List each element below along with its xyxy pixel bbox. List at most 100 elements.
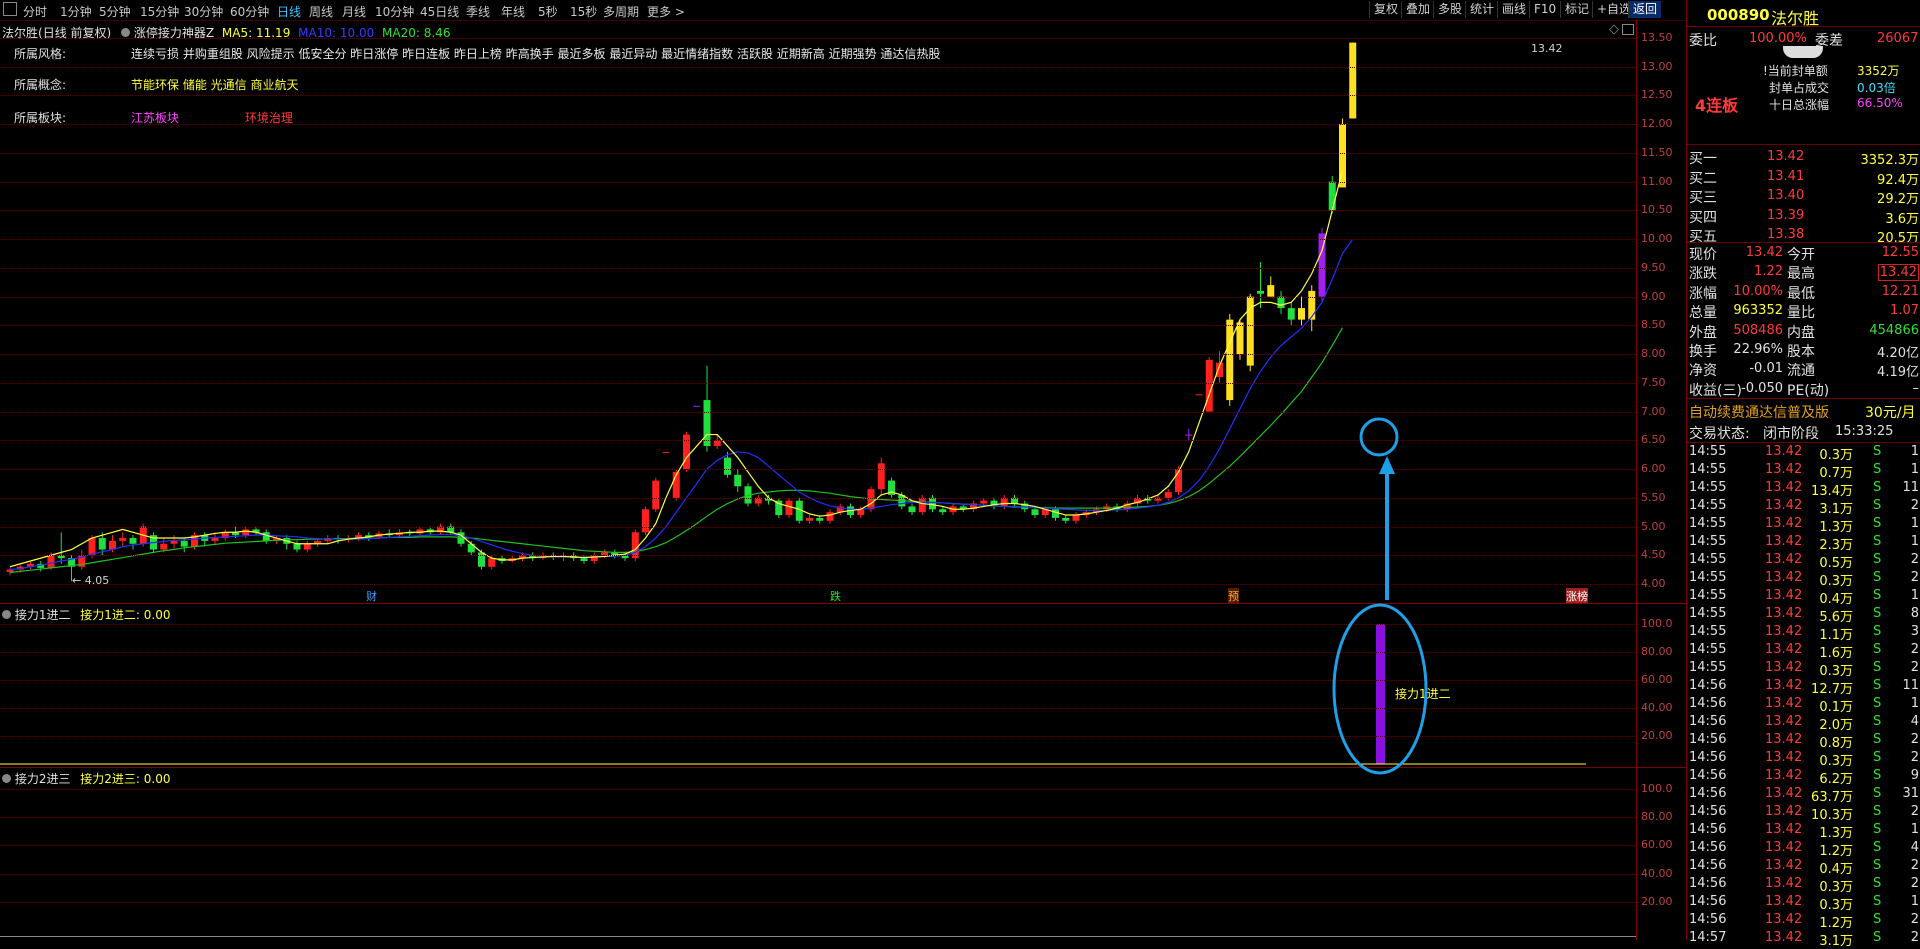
candle-body	[939, 509, 947, 513]
candlestick-chart[interactable]	[0, 20, 1686, 625]
price-tick: 5.50	[1641, 490, 1666, 504]
tick-price: 13.42	[1765, 624, 1803, 639]
tick-side: S	[1873, 516, 1882, 531]
tenday-value: 66.50%	[1857, 96, 1903, 110]
candle-body	[724, 457, 731, 475]
panel2-title[interactable]: 接力2进三	[15, 772, 71, 786]
tick-count: 1	[1910, 462, 1919, 477]
toolbar-button-3[interactable]: 统计	[1465, 1, 1498, 18]
candle-body	[734, 474, 742, 487]
stat-value: 13.42	[1877, 264, 1919, 282]
tick-time: 14:56	[1689, 840, 1727, 855]
bid-label: 买一	[1689, 151, 1717, 167]
candle-body	[1257, 290, 1264, 294]
toolbar-button-4[interactable]: 画线	[1497, 1, 1530, 18]
tick-volume: 0.3万	[1819, 448, 1853, 463]
price-gridline	[0, 124, 1635, 126]
panel1-gridline	[0, 736, 1635, 737]
tab-16[interactable]: 更多 >	[647, 3, 685, 20]
stat-label: 外盘	[1689, 324, 1717, 341]
tab-5[interactable]: 60分钟	[230, 3, 269, 20]
tab-12[interactable]: 年线	[501, 3, 525, 20]
tab-3[interactable]: 15分钟	[140, 3, 179, 20]
low-price-label: ← 4.05	[72, 574, 110, 587]
tab-11[interactable]: 季线	[466, 3, 490, 20]
tab-9[interactable]: 10分钟	[375, 3, 414, 20]
streak-badge: 4连板	[1695, 96, 1739, 115]
candle-body	[1226, 319, 1234, 401]
price-gridline	[0, 354, 1635, 356]
tab-4[interactable]: 30分钟	[184, 3, 223, 20]
toolbar-button-6[interactable]: 标记	[1560, 1, 1593, 18]
panel2-toggle-icon[interactable]	[2, 774, 11, 783]
toolbar-button-2[interactable]: 多股	[1433, 1, 1466, 18]
tab-7[interactable]: 周线	[309, 3, 333, 20]
weibi-value: 100.00%	[1749, 31, 1807, 46]
tick-side: S	[1873, 570, 1882, 585]
tick-volume: 5.6万	[1819, 610, 1853, 625]
tab-13[interactable]: 5秒	[538, 3, 558, 20]
tick-time: 14:57	[1689, 930, 1727, 945]
price-tick: 12.00	[1641, 117, 1673, 131]
toolbar-button-8[interactable]: 返回	[1628, 1, 1662, 18]
tick-count: 2	[1910, 750, 1919, 765]
tick-time: 14:56	[1689, 804, 1727, 819]
candle-body	[652, 480, 660, 510]
bid-label: 买三	[1689, 190, 1717, 206]
tab-8[interactable]: 月线	[342, 3, 366, 20]
tick-side: S	[1873, 876, 1882, 891]
ad-price[interactable]: 30元/月	[1865, 402, 1916, 422]
panel2-tick: 20.00	[1641, 894, 1673, 908]
tab-6[interactable]: 日线	[277, 3, 301, 20]
weicha-value: 26067	[1877, 31, 1919, 46]
tick-price: 13.42	[1765, 642, 1803, 657]
tick-time: 14:56	[1689, 912, 1727, 927]
candle-body	[88, 538, 96, 556]
tab-10[interactable]: 45日线	[420, 3, 459, 20]
tick-count: 2	[1910, 858, 1919, 873]
candle-body	[1000, 497, 1008, 507]
candle-body	[785, 500, 793, 516]
toolbar-button-0[interactable]: 复权	[1369, 1, 1402, 18]
event-marker-finance[interactable]: 财	[366, 588, 377, 604]
event-marker-forecast[interactable]: 预	[1228, 588, 1239, 604]
toolbar-button-1[interactable]: 叠加	[1401, 1, 1434, 18]
tab-0[interactable]: 分时	[23, 3, 47, 20]
price-gridline	[0, 66, 1635, 68]
event-marker-drop[interactable]: 跌	[830, 588, 841, 604]
stat-value: 963352	[1733, 303, 1783, 319]
ad-banner[interactable]: 自动续费通达信普及版	[1689, 402, 1829, 422]
tab-14[interactable]: 15秒	[570, 3, 597, 20]
candle-body	[1308, 290, 1316, 320]
candle-body	[47, 555, 55, 568]
tick-time: 14:55	[1689, 516, 1727, 531]
tick-count: 1	[1910, 822, 1919, 837]
tick-side: S	[1873, 624, 1882, 639]
panel2-bottom-line	[0, 936, 1636, 937]
price-gridline	[0, 497, 1635, 499]
tab-2[interactable]: 5分钟	[99, 3, 131, 20]
panel1-tick: 20.00	[1641, 729, 1673, 742]
candle-body	[877, 463, 885, 490]
bid-price[interactable]: 13.39	[1767, 208, 1804, 223]
bid-price[interactable]: 13.41	[1767, 169, 1804, 184]
signal-bar	[1376, 624, 1385, 764]
tick-price: 13.42	[1765, 588, 1803, 603]
candle-body	[1236, 322, 1244, 355]
event-marker-limitup[interactable]: 涨榜	[1566, 588, 1588, 604]
menu-icon[interactable]	[3, 2, 17, 16]
tick-price: 13.42	[1765, 894, 1803, 909]
bid-price[interactable]: 13.40	[1767, 188, 1804, 203]
tick-volume: 2.3万	[1819, 538, 1853, 553]
tab-1[interactable]: 1分钟	[60, 3, 92, 20]
tick-volume: 0.3万	[1819, 664, 1853, 679]
toolbar-button-5[interactable]: F10	[1529, 1, 1560, 18]
tick-price: 13.42	[1765, 462, 1803, 477]
tab-15[interactable]: 多周期	[603, 3, 639, 20]
price-gridline	[0, 267, 1635, 269]
bid-price[interactable]: 13.42	[1767, 149, 1804, 164]
bid-price[interactable]: 13.38	[1767, 227, 1804, 242]
bid-label: 买二	[1689, 170, 1717, 187]
price-tick: 5.00	[1641, 519, 1666, 533]
tick-price: 13.42	[1765, 768, 1803, 783]
